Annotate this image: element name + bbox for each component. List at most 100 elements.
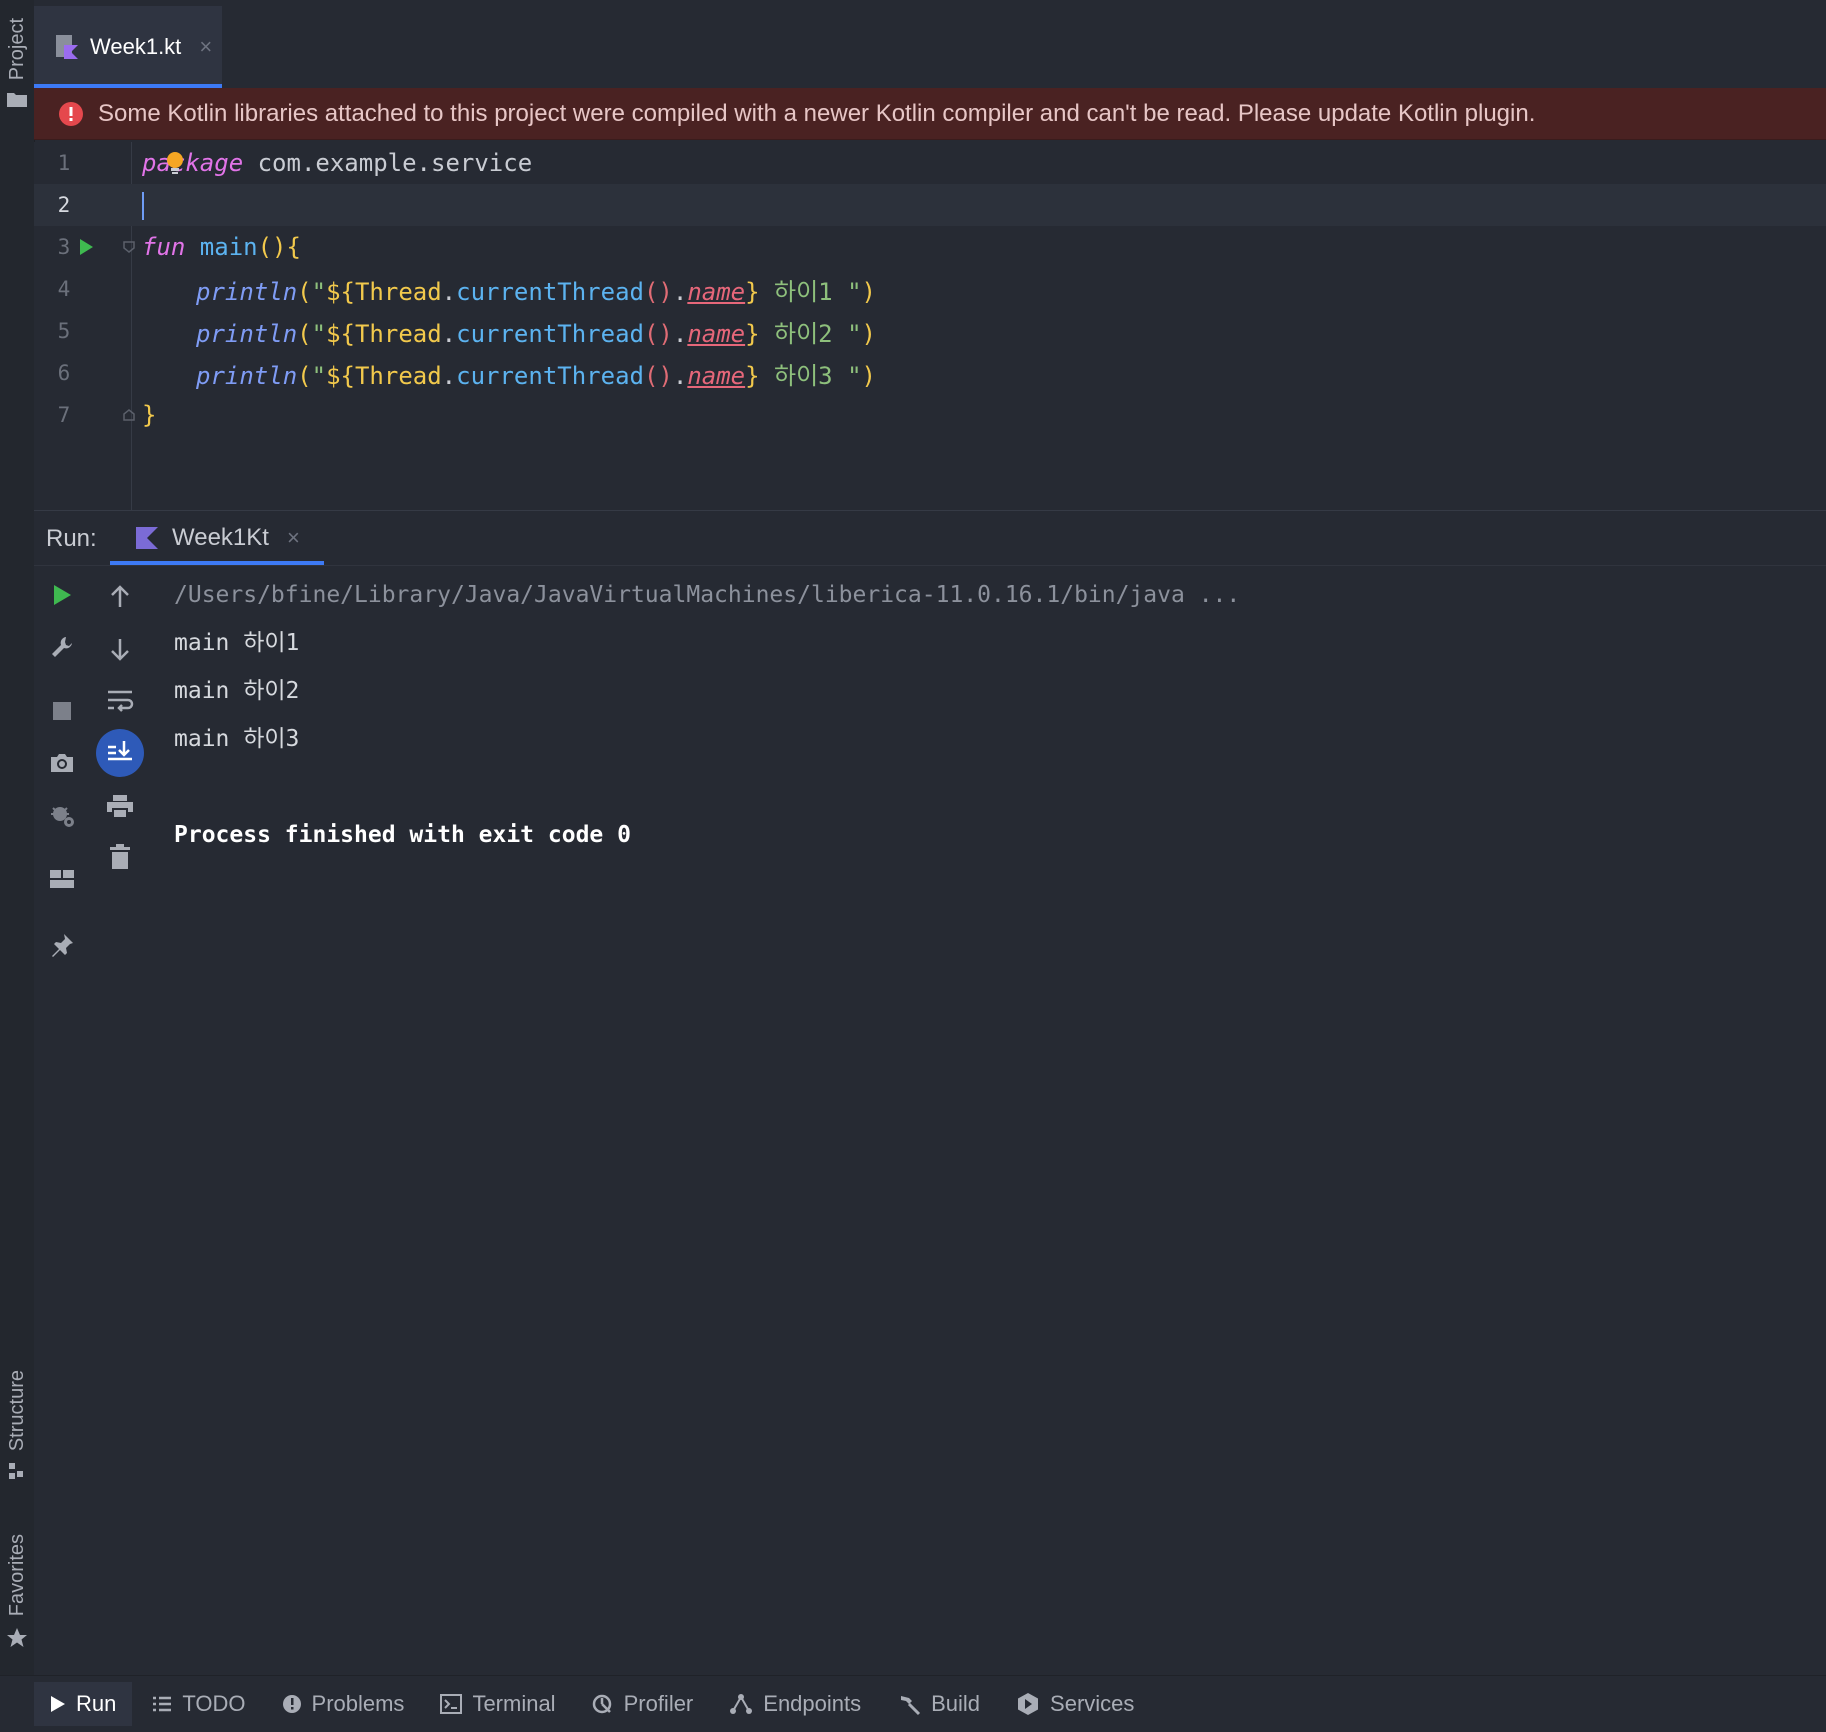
bottom-tool-bar: Run TODO Problems Terminal Profiler Endp… [0, 1675, 1826, 1732]
tab-endpoints[interactable]: Endpoints [713, 1682, 877, 1726]
structure-tool-tab[interactable]: Structure [0, 1370, 34, 1481]
tab-terminal[interactable]: Terminal [424, 1682, 571, 1726]
clear-all-button[interactable] [100, 837, 140, 877]
favorites-tool-tab[interactable]: Favorites [0, 1534, 34, 1650]
close-icon[interactable]: × [287, 525, 300, 551]
template-open: ${ [326, 361, 355, 390]
arrow-down-icon [111, 639, 129, 661]
soft-wrap-button[interactable] [100, 681, 140, 721]
project-tool-tab[interactable]: Project [0, 18, 34, 108]
scroll-to-end-button[interactable] [96, 729, 144, 777]
rerun-button[interactable] [42, 575, 82, 615]
tab-week1-kt[interactable]: Week1.kt × [34, 6, 222, 88]
active-tab-indicator [110, 561, 324, 565]
string-quote: " [311, 277, 327, 306]
profiler-icon [592, 1694, 611, 1714]
code-editor[interactable]: 1 package com.example.service 2 3 fun ma… [34, 142, 1826, 510]
paren: ) [861, 277, 876, 306]
tab-services[interactable]: Services [1000, 1682, 1150, 1726]
console-line: main 하이1 [174, 630, 300, 656]
soft-wrap-icon [108, 690, 134, 712]
fold-icon[interactable] [122, 240, 136, 254]
paren: ( [297, 277, 312, 306]
arrow-up-icon [111, 585, 129, 607]
line-number: 2 [57, 193, 71, 217]
hammer-icon [901, 1696, 921, 1716]
pin-tab-button[interactable] [42, 925, 82, 965]
kotlin-file-icon [56, 35, 78, 59]
dot: . [441, 319, 457, 348]
process-finished-line: Process finished with exit code 0 [174, 822, 631, 848]
paren: ) [861, 319, 876, 348]
tab-label: TODO [182, 1691, 246, 1716]
tab-label: Build [931, 1691, 981, 1716]
paren: ( [297, 319, 312, 348]
tab-label: Services [1050, 1691, 1135, 1716]
error-icon [59, 101, 83, 126]
debug-settings-button[interactable] [42, 795, 82, 835]
fold-end-icon[interactable] [122, 408, 136, 422]
tab-label: Profiler [623, 1691, 694, 1716]
print-button[interactable] [100, 787, 140, 827]
code-line-3[interactable]: 3 fun main(){ [34, 226, 1826, 268]
tab-run[interactable]: Run [34, 1682, 133, 1726]
lightbulb-icon[interactable] [164, 150, 186, 176]
console-output[interactable]: /Users/bfine/Library/Java/JavaVirtualMac… [174, 571, 1806, 859]
property-name: name [687, 319, 746, 348]
layout-icon [50, 870, 74, 888]
dot: . [441, 361, 457, 390]
tab-label: Terminal [472, 1691, 556, 1716]
stop-icon [53, 702, 71, 720]
tab-todo[interactable]: TODO [136, 1682, 261, 1726]
close-icon[interactable]: × [199, 34, 212, 60]
string-text: 하이2 [759, 319, 848, 348]
console-command-line: /Users/bfine/Library/Java/JavaVirtualMac… [174, 582, 1241, 608]
run-gutter-icon[interactable] [78, 238, 94, 256]
trash-icon [110, 844, 130, 869]
call-parens: () [643, 277, 673, 306]
structure-icon [9, 1463, 23, 1480]
code-line-7[interactable]: 7 } [34, 394, 1826, 436]
play-icon [54, 585, 71, 605]
line-number: 6 [57, 361, 71, 385]
code-line-2[interactable]: 2 [34, 184, 1826, 226]
tab-problems[interactable]: Problems [266, 1682, 421, 1726]
line-number: 7 [57, 403, 71, 427]
code-line-6[interactable]: 6 println("${Thread.currentThread().name… [34, 352, 1826, 394]
modify-config-button[interactable] [42, 627, 82, 667]
code-line-5[interactable]: 5 println("${Thread.currentThread().name… [34, 310, 1826, 352]
keyword-fun: fun [142, 233, 186, 261]
code-text: } [142, 401, 156, 429]
string-text: 하이1 [759, 277, 848, 306]
console-line: main 하이3 [174, 726, 300, 752]
code-line-4[interactable]: 4 println("${Thread.currentThread().name… [34, 268, 1826, 310]
string-quote: " [847, 277, 862, 306]
scroll-up-button[interactable] [100, 577, 140, 617]
dump-threads-button[interactable] [42, 743, 82, 783]
property-name: name [687, 277, 746, 306]
text-cursor [142, 191, 144, 220]
kotlin-warning-banner: Some Kotlin libraries attached to this p… [34, 88, 1826, 140]
println-call: println [196, 319, 298, 348]
template-open: ${ [326, 319, 355, 348]
stop-button[interactable] [42, 691, 82, 731]
dot: . [672, 277, 688, 306]
line-number: 1 [57, 151, 71, 175]
tab-label: Endpoints [763, 1691, 862, 1716]
run-config-tab[interactable]: Week1Kt × [110, 511, 324, 565]
call-parens: () [643, 361, 673, 390]
package-name: com.example.service [243, 149, 533, 177]
scroll-down-button[interactable] [100, 629, 140, 669]
keyword-package: package [142, 149, 244, 177]
tab-profiler[interactable]: Profiler [576, 1682, 710, 1726]
tab-build[interactable]: Build [881, 1682, 996, 1726]
layout-button[interactable] [42, 859, 82, 899]
pin-icon [52, 934, 73, 957]
run-tab-label: Week1Kt [172, 524, 269, 551]
class-name: Thread [354, 361, 442, 390]
code-line-1[interactable]: 1 package com.example.service [34, 142, 1826, 184]
parens: () [257, 233, 287, 261]
brace: } [142, 401, 157, 429]
star-icon [7, 1628, 27, 1648]
